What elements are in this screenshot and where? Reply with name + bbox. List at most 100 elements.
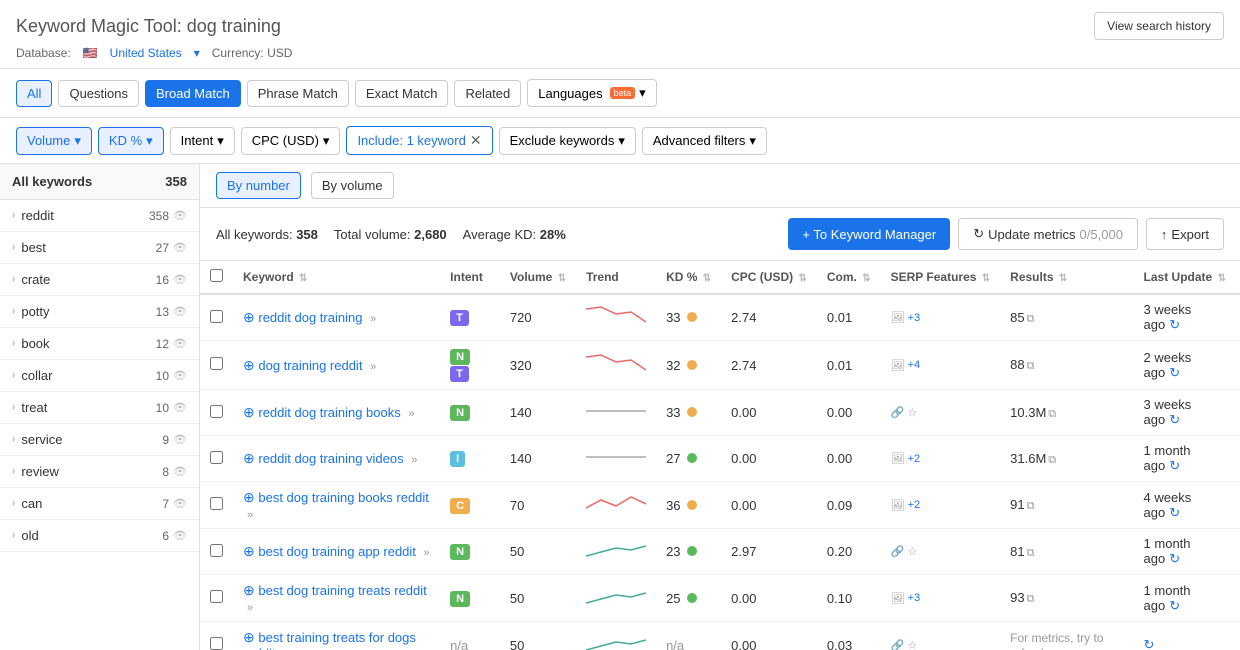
to-keyword-manager-button[interactable]: + To Keyword Manager [788, 218, 950, 250]
keyword-col-header[interactable]: Keyword ⇅ [233, 261, 440, 294]
add-keyword-icon[interactable]: ⊕ [243, 450, 255, 466]
tab-questions[interactable]: Questions [58, 80, 139, 107]
advanced-filters[interactable]: Advanced filters ▾ [642, 127, 767, 155]
sidebar-item[interactable]: › book 12 👁 [0, 328, 199, 360]
keyword-arrow-icon[interactable]: » [370, 313, 376, 325]
tab-all[interactable]: All [16, 80, 52, 107]
view-history-button[interactable]: View search history [1094, 12, 1224, 40]
keyword-arrow-icon[interactable]: » [411, 454, 417, 466]
tab-related[interactable]: Related [454, 80, 521, 107]
intent-filter[interactable]: Intent ▾ [170, 127, 235, 155]
keyword-link[interactable]: best dog training app reddit [258, 544, 416, 559]
add-keyword-icon[interactable]: ⊕ [243, 404, 255, 420]
add-keyword-icon[interactable]: ⊕ [243, 629, 255, 645]
keyword-arrow-icon[interactable]: » [370, 361, 376, 373]
keyword-link[interactable]: best dog training books reddit [258, 490, 429, 505]
row-checkbox[interactable] [210, 357, 223, 370]
export-button[interactable]: ↑ Export [1146, 218, 1224, 250]
row-checkbox[interactable] [210, 497, 223, 510]
eye-icon[interactable]: 👁 [173, 273, 187, 286]
sidebar-item[interactable]: › best 27 👁 [0, 232, 199, 264]
refresh-row-button[interactable]: ↻ [1169, 551, 1180, 566]
serp-col-header[interactable]: SERP Features ⇅ [881, 261, 1001, 294]
keyword-link[interactable]: best dog training treats reddit [258, 583, 426, 598]
sidebar-item[interactable]: › treat 10 👁 [0, 392, 199, 424]
sidebar-item[interactable]: › collar 10 👁 [0, 360, 199, 392]
row-checkbox-cell[interactable] [200, 294, 233, 341]
eye-icon[interactable]: 👁 [173, 369, 187, 382]
refresh-row-button[interactable]: ↻ [1169, 412, 1180, 427]
refresh-row-button[interactable]: ↻ [1169, 317, 1180, 332]
row-checkbox[interactable] [210, 637, 223, 650]
select-all-checkbox[interactable] [210, 269, 223, 282]
row-checkbox-cell[interactable] [200, 529, 233, 575]
keyword-arrow-icon[interactable]: » [247, 509, 253, 521]
database-link[interactable]: United States [110, 46, 182, 60]
refresh-row-button[interactable]: ↻ [1169, 505, 1180, 520]
select-all-header[interactable] [200, 261, 233, 294]
results-col-header[interactable]: Results ⇅ [1000, 261, 1133, 294]
keyword-arrow-icon[interactable]: » [424, 547, 430, 559]
add-keyword-icon[interactable]: ⊕ [243, 582, 255, 598]
tab-phrase-match[interactable]: Phrase Match [247, 80, 349, 107]
trend-col-header[interactable]: Trend [576, 261, 656, 294]
sidebar-item[interactable]: › potty 13 👁 [0, 296, 199, 328]
tab-broad-match[interactable]: Broad Match [145, 80, 241, 107]
chevron-down-icon[interactable]: ▾ [194, 46, 200, 60]
row-checkbox[interactable] [210, 590, 223, 603]
eye-icon[interactable]: 👁 [173, 529, 187, 542]
sidebar-item[interactable]: › reddit 358 👁 [0, 200, 199, 232]
eye-icon[interactable]: 👁 [173, 305, 187, 318]
intent-col-header[interactable]: Intent [440, 261, 500, 294]
sidebar-item[interactable]: › old 6 👁 [0, 520, 199, 552]
keyword-link[interactable]: reddit dog training books [258, 405, 400, 420]
refresh-row-button[interactable]: ↻ [1144, 637, 1155, 650]
row-checkbox[interactable] [210, 544, 223, 557]
refresh-row-button[interactable]: ↻ [1169, 365, 1180, 380]
tab-exact-match[interactable]: Exact Match [355, 80, 449, 107]
eye-icon[interactable]: 👁 [173, 209, 187, 222]
kd-col-header[interactable]: KD % ⇅ [656, 261, 721, 294]
eye-icon[interactable]: 👁 [173, 337, 187, 350]
row-checkbox[interactable] [210, 405, 223, 418]
eye-icon[interactable]: 👁 [173, 241, 187, 254]
keyword-link[interactable]: reddit dog training [258, 310, 362, 325]
keyword-arrow-icon[interactable]: » [247, 602, 253, 614]
eye-icon[interactable]: 👁 [173, 433, 187, 446]
tab-languages[interactable]: Languages beta ▾ [527, 79, 656, 107]
keyword-link[interactable]: dog training reddit [258, 358, 362, 373]
volume-col-header[interactable]: Volume ⇅ [500, 261, 576, 294]
include-keywords-filter[interactable]: Include: 1 keyword ✕ [346, 126, 492, 155]
eye-icon[interactable]: 👁 [173, 401, 187, 414]
refresh-row-button[interactable]: ↻ [1169, 598, 1180, 613]
row-checkbox-cell[interactable] [200, 482, 233, 529]
cpc-filter[interactable]: CPC (USD) ▾ [241, 127, 341, 155]
sidebar-item[interactable]: › service 9 👁 [0, 424, 199, 456]
sidebar-item[interactable]: › can 7 👁 [0, 488, 199, 520]
cpc-col-header[interactable]: CPC (USD) ⇅ [721, 261, 817, 294]
update-metrics-button[interactable]: ↻ Update metrics 0/5,000 [958, 218, 1138, 250]
volume-filter[interactable]: Volume ▾ [16, 127, 92, 155]
sidebar-item[interactable]: › crate 16 👁 [0, 264, 199, 296]
by-volume-button[interactable]: By volume [311, 172, 394, 199]
com-col-header[interactable]: Com. ⇅ [817, 261, 881, 294]
keyword-arrow-icon[interactable]: » [408, 408, 414, 420]
kd-filter[interactable]: KD % ▾ [98, 127, 164, 155]
row-checkbox-cell[interactable] [200, 436, 233, 482]
keyword-link[interactable]: best training treats for dogs reddit [243, 630, 416, 650]
last-update-col-header[interactable]: Last Update ⇅ [1134, 261, 1240, 294]
row-checkbox-cell[interactable] [200, 390, 233, 436]
row-checkbox[interactable] [210, 310, 223, 323]
eye-icon[interactable]: 👁 [173, 497, 187, 510]
row-checkbox[interactable] [210, 451, 223, 464]
exclude-keywords-filter[interactable]: Exclude keywords ▾ [499, 127, 636, 155]
add-keyword-icon[interactable]: ⊕ [243, 543, 255, 559]
refresh-row-button[interactable]: ↻ [1169, 458, 1180, 473]
keyword-link[interactable]: reddit dog training videos [258, 451, 403, 466]
eye-icon[interactable]: 👁 [173, 465, 187, 478]
add-keyword-icon[interactable]: ⊕ [243, 489, 255, 505]
add-keyword-icon[interactable]: ⊕ [243, 357, 255, 373]
add-keyword-icon[interactable]: ⊕ [243, 309, 255, 325]
row-checkbox-cell[interactable] [200, 341, 233, 390]
remove-include-filter-icon[interactable]: ✕ [470, 132, 482, 149]
